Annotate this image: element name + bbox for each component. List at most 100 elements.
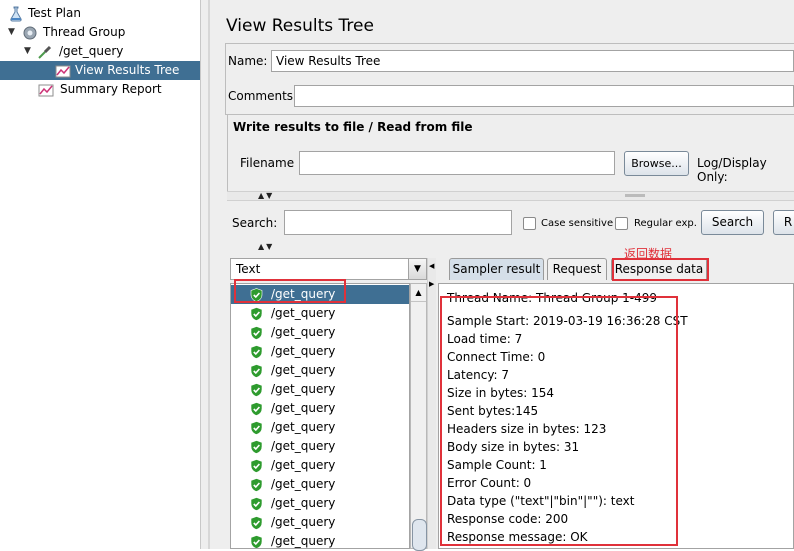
shield-check-icon	[250, 459, 263, 473]
shield-check-icon	[250, 421, 263, 435]
result-item[interactable]: /get_query	[231, 323, 409, 342]
search-input[interactable]	[284, 210, 512, 235]
collapse-arrows-icon[interactable]: ▲▼	[258, 191, 274, 200]
shield-check-icon	[250, 307, 263, 321]
shield-check-icon	[250, 288, 263, 302]
filename-label: Filename	[240, 156, 295, 170]
expand-toggle-icon[interactable]: ▼	[24, 42, 34, 61]
log-display-only-label: Log/Display Only:	[697, 156, 767, 184]
sampler-result-details: Thread Name: Thread Group 1-499 Sample St…	[438, 283, 794, 549]
page-title: View Results Tree	[226, 16, 374, 36]
result-item[interactable]: /get_query	[231, 494, 409, 513]
tab-sampler-result[interactable]: Sampler result	[449, 258, 544, 280]
sampler-detail-line: Thread Name: Thread Group 1-499	[447, 291, 658, 305]
sampler-detail-line: Latency: 7	[447, 368, 510, 382]
tree-item-get-query[interactable]: ▼ /get_query	[0, 42, 200, 61]
result-item[interactable]: /get_query	[231, 361, 409, 380]
tree-item-test-plan[interactable]: Test Plan	[0, 4, 200, 23]
regular-exp-label: Regular exp.	[634, 218, 697, 229]
shield-check-icon	[250, 478, 263, 492]
result-item-label: /get_query	[271, 325, 336, 339]
splitter-grip[interactable]	[625, 194, 645, 197]
horizontal-splitter[interactable]	[227, 191, 794, 201]
sampler-detail-line: Load time: 7	[447, 332, 523, 346]
sampler-detail-line: Body size in bytes: 31	[447, 440, 580, 454]
result-item-label: /get_query	[271, 420, 336, 434]
comments-label: Comments:	[228, 89, 298, 103]
split-pane-divider[interactable]	[200, 0, 218, 549]
sampler-detail-line: Sent bytes:145	[447, 404, 539, 418]
result-item-label: /get_query	[271, 477, 336, 491]
sampler-detail-line: Size in bytes: 154	[447, 386, 555, 400]
case-sensitive-checkbox[interactable]	[523, 217, 536, 230]
shield-check-icon	[250, 535, 263, 548]
view-results-tree-panel: View Results Tree Name: View Results Tre…	[217, 0, 794, 551]
vertical-splitter[interactable]	[427, 258, 436, 549]
tab-request[interactable]: Request	[547, 258, 607, 280]
result-item[interactable]: /get_query	[231, 342, 409, 361]
result-item-label: /get_query	[271, 458, 336, 472]
tree-item-thread-group[interactable]: ▼ Thread Group	[0, 23, 200, 42]
tree-item-label: Test Plan	[28, 6, 81, 20]
tree-item-label: Summary Report	[60, 82, 162, 96]
result-item-label: /get_query	[271, 515, 336, 529]
tree-item-label: Thread Group	[43, 25, 126, 39]
browse-button[interactable]: Browse...	[624, 151, 689, 176]
shield-check-icon	[250, 383, 263, 397]
sampler-detail-line: Error Count: 0	[447, 476, 532, 490]
result-item[interactable]: /get_query	[231, 513, 409, 532]
filename-field[interactable]	[299, 151, 615, 175]
shield-check-icon	[250, 345, 263, 359]
shield-check-icon	[250, 440, 263, 454]
sampler-detail-line: Data type ("text"|"bin"|""): text	[447, 494, 635, 508]
gear-icon	[23, 26, 37, 40]
renderer-selected-value: Text	[236, 262, 261, 276]
tree-item-view-results-tree[interactable]: View Results Tree	[0, 61, 200, 80]
regular-exp-checkbox[interactable]	[615, 217, 628, 230]
sampler-detail-line: Response code: 200	[447, 512, 569, 526]
chart-icon	[38, 84, 54, 97]
result-item[interactable]: /get_query	[231, 456, 409, 475]
sampler-detail-line: Response message: OK	[447, 530, 588, 544]
renderer-select[interactable]: Text ▼	[230, 258, 427, 280]
result-item[interactable]: /get_query	[231, 399, 409, 418]
reset-button[interactable]: R	[773, 210, 794, 235]
results-scrollbar[interactable]: ▲	[410, 283, 427, 551]
result-item[interactable]: /get_query	[231, 475, 409, 494]
comments-field[interactable]	[294, 85, 794, 107]
shield-check-icon	[250, 364, 263, 378]
result-item-label: /get_query	[271, 534, 336, 548]
result-item[interactable]: /get_query	[231, 437, 409, 456]
result-item-label: /get_query	[271, 401, 336, 415]
shield-check-icon	[250, 497, 263, 511]
result-item[interactable]: /get_query	[231, 418, 409, 437]
name-field[interactable]: View Results Tree	[271, 50, 794, 72]
sampler-detail-line: Headers size in bytes: 123	[447, 422, 607, 436]
result-item[interactable]: /get_query	[231, 532, 409, 548]
search-label: Search:	[232, 216, 278, 230]
sample-results-list[interactable]: /get_query/get_query/get_query/get_query…	[230, 283, 410, 549]
result-item[interactable]: /get_query	[231, 380, 409, 399]
sampler-detail-line: Sample Start: 2019-03-19 16:36:28 CST	[447, 314, 688, 328]
name-label: Name:	[228, 54, 268, 68]
file-section-title: Write results to file / Read from file	[233, 120, 473, 134]
case-sensitive-label: Case sensitive	[541, 218, 614, 229]
flask-icon	[10, 6, 22, 22]
collapse-left-icon[interactable]: ◀ ▶	[429, 262, 434, 289]
expand-toggle-icon[interactable]: ▼	[8, 23, 18, 42]
result-item-label: /get_query	[271, 344, 336, 358]
search-button[interactable]: Search	[701, 210, 764, 235]
chevron-down-icon[interactable]: ▼	[408, 259, 426, 279]
dropper-icon	[38, 45, 52, 59]
result-item-label: /get_query	[271, 363, 336, 377]
result-item[interactable]: /get_query	[231, 304, 409, 323]
tree-item-summary-report[interactable]: Summary Report	[0, 80, 200, 99]
collapse-arrows-icon[interactable]: ▲▼	[258, 242, 274, 251]
scroll-up-icon[interactable]: ▲	[411, 284, 426, 302]
result-item[interactable]: /get_query	[231, 285, 409, 304]
annotation-response-data: 返回数据	[624, 247, 673, 261]
chart-icon	[55, 65, 71, 78]
scrollbar-thumb[interactable]	[412, 519, 427, 551]
tree-item-label: /get_query	[59, 44, 124, 58]
result-item-label: /get_query	[271, 306, 336, 320]
